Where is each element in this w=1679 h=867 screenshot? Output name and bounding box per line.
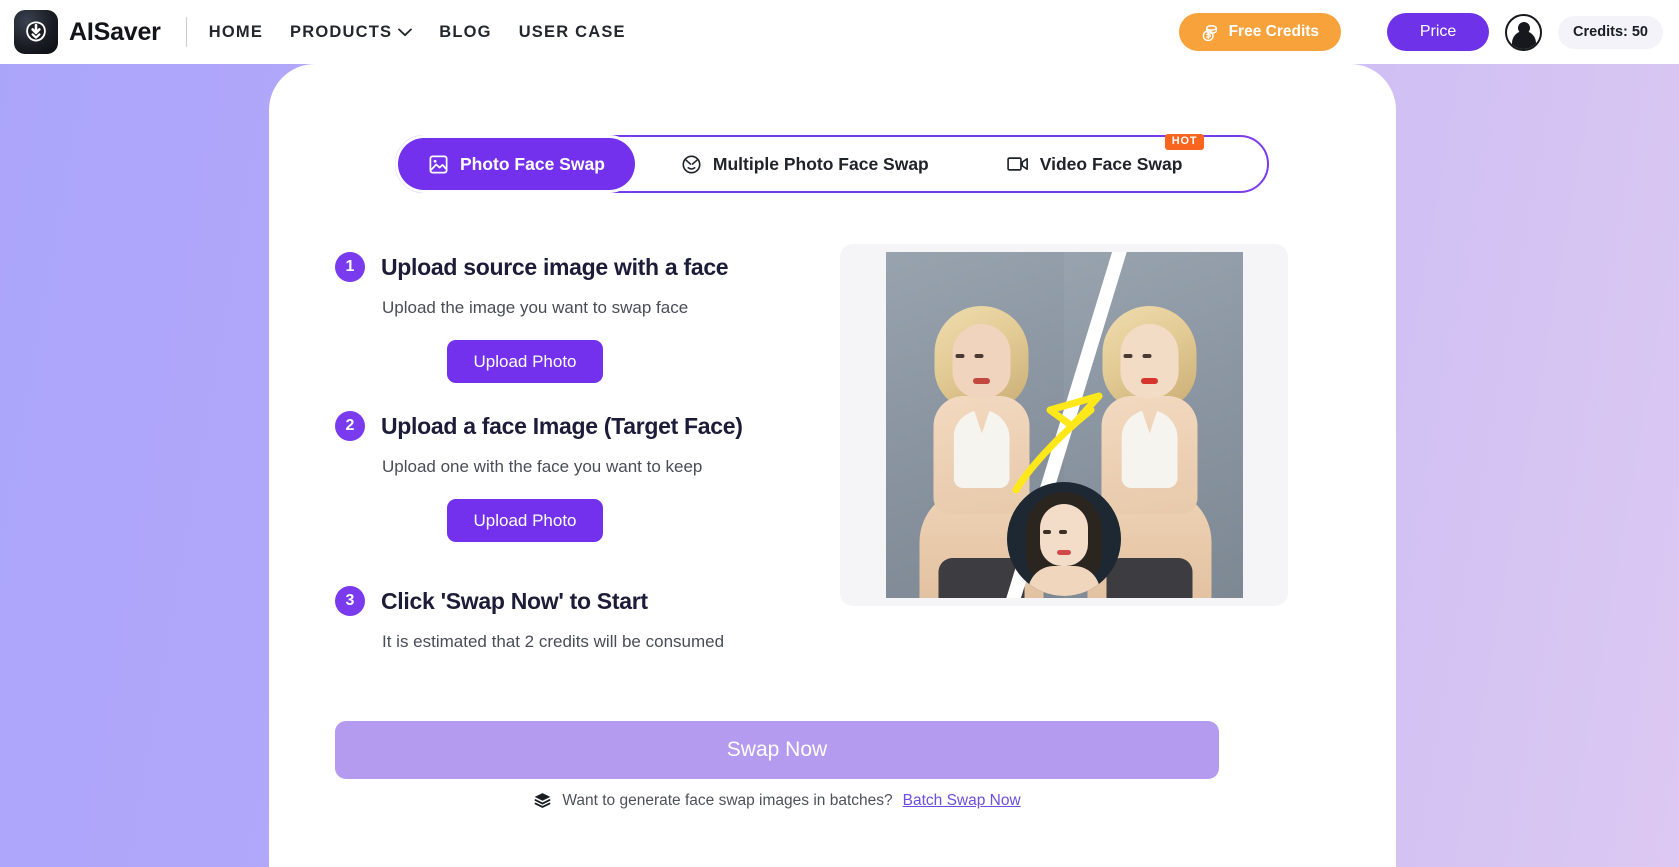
upload-source-photo-button[interactable]: Upload Photo	[447, 340, 603, 383]
face-swap-tabs: Photo Face Swap Multiple Photo Face Swap…	[395, 133, 1269, 193]
layers-icon	[534, 793, 551, 808]
step-1: 1 Upload source image with a face Upload…	[335, 252, 805, 383]
nav-item-user-case[interactable]: USER CASE	[519, 23, 626, 42]
faces-icon	[682, 154, 701, 174]
step-2-title: Upload a face Image (Target Face)	[381, 412, 743, 439]
nav-label-user-case: USER CASE	[518, 22, 626, 41]
price-button[interactable]: Price	[1387, 13, 1490, 51]
image-icon	[429, 155, 448, 173]
step-1-title: Upload source image with a face	[381, 253, 729, 280]
free-credits-label: Free Credits	[1228, 23, 1320, 40]
nav-label-home: HOME	[208, 22, 264, 41]
free-credits-button[interactable]: Free Credits	[1178, 13, 1342, 51]
nav-item-blog[interactable]: BLOG	[439, 23, 491, 42]
header-actions: Free Credits Price Credits: 50	[1178, 13, 1663, 51]
batch-swap-row: Want to generate face swap images in bat…	[335, 791, 1219, 810]
step-3-subtitle: It is estimated that 2 credits will be c…	[382, 632, 725, 651]
tab-photo-face-swap[interactable]: Photo Face Swap	[398, 138, 635, 190]
step-2-number: 2	[335, 411, 365, 441]
tab-video-face-swap[interactable]: Video Face Swap HOT	[1007, 133, 1205, 175]
swap-now-label: Swap Now	[726, 738, 828, 761]
hot-badge: HOT	[1164, 133, 1205, 150]
coins-icon	[1202, 24, 1217, 41]
step-2-subtitle: Upload one with the face you want to kee…	[382, 457, 703, 476]
nav-label-blog: BLOG	[439, 22, 492, 41]
brand-logo[interactable]: AISaver	[14, 10, 161, 54]
thumb-face	[1040, 504, 1088, 566]
video-camera-icon	[1007, 157, 1028, 171]
main-card: Photo Face Swap Multiple Photo Face Swap…	[269, 64, 1396, 867]
nav-label-products: PRODUCTS	[290, 22, 393, 41]
user-avatar-icon[interactable]	[1505, 13, 1543, 51]
step-3-header: 3 Click 'Swap Now' to Start	[335, 586, 805, 616]
top-header: AISaver HOME PRODUCTS BLOG USER CASE Fre…	[0, 0, 1679, 64]
step-1-number: 1	[335, 252, 365, 282]
price-label: Price	[1419, 23, 1457, 40]
avatar-body	[1511, 30, 1536, 49]
nav-item-home[interactable]: HOME	[209, 23, 263, 42]
brand-name: AISaver	[69, 17, 161, 46]
chevron-down-icon	[398, 28, 413, 36]
step-3-number: 3	[335, 586, 365, 616]
thumb-eye-right	[1059, 530, 1067, 534]
step-3: 3 Click 'Swap Now' to Start It is estima…	[335, 586, 805, 652]
preview-panel	[840, 244, 1288, 606]
nav-item-products[interactable]: PRODUCTS	[290, 22, 413, 42]
credits-badge[interactable]: Credits: 50	[1558, 15, 1663, 49]
upload-target-face-label: Upload Photo	[473, 510, 577, 530]
steps-panel: 1 Upload source image with a face Upload…	[335, 252, 805, 652]
tab-label-video-face-swap: Video Face Swap	[1039, 153, 1183, 174]
download-arrow-icon	[14, 10, 58, 54]
tab-label-multiple-photo-face-swap: Multiple Photo Face Swap	[712, 153, 929, 174]
step-1-action-row: Upload Photo	[335, 340, 805, 383]
batch-swap-text: Want to generate face swap images in bat…	[562, 791, 893, 809]
thumb-eye-left	[1043, 530, 1051, 534]
before-after-example-image	[885, 252, 1243, 598]
step-2: 2 Upload a face Image (Target Face) Uplo…	[335, 411, 805, 542]
step-3-title: Click 'Swap Now' to Start	[381, 587, 648, 614]
upload-target-face-button[interactable]: Upload Photo	[447, 499, 603, 542]
step-1-header: 1 Upload source image with a face	[335, 252, 805, 282]
header-divider	[185, 17, 187, 47]
batch-swap-link[interactable]: Batch Swap Now	[903, 792, 1021, 810]
credits-label: Credits: 50	[1573, 24, 1648, 40]
target-face-thumbnail	[1007, 482, 1121, 596]
tab-multiple-photo-face-swap[interactable]: Multiple Photo Face Swap	[681, 154, 929, 175]
upload-source-photo-label: Upload Photo	[473, 351, 577, 371]
step-2-action-row: Upload Photo	[335, 499, 805, 542]
tab-label-photo-face-swap: Photo Face Swap	[460, 153, 605, 174]
thumb-lips	[1057, 550, 1071, 555]
main-nav: HOME PRODUCTS BLOG USER CASE	[209, 23, 626, 42]
step-1-subtitle: Upload the image you want to swap face	[382, 298, 689, 317]
step-2-header: 2 Upload a face Image (Target Face)	[335, 411, 805, 441]
thumb-body	[1028, 566, 1100, 596]
swap-now-button[interactable]: Swap Now	[335, 721, 1219, 779]
